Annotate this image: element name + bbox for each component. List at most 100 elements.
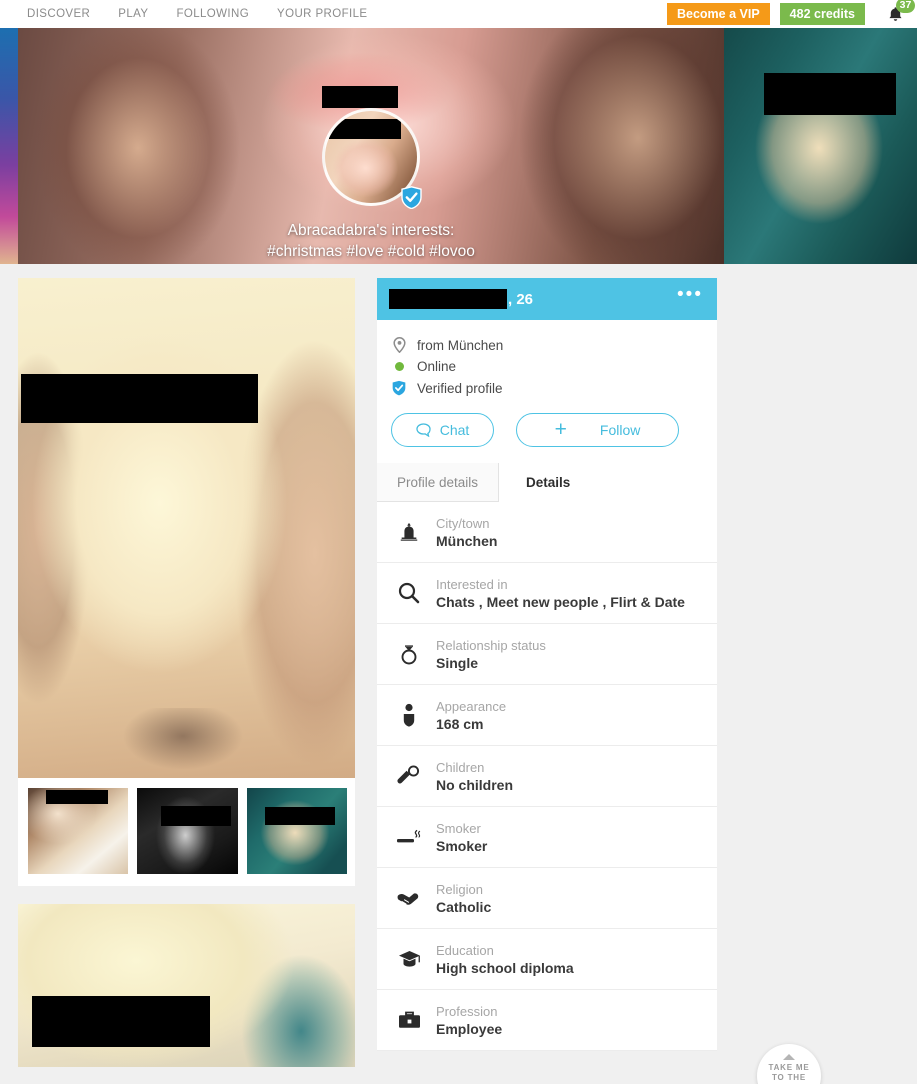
- profile-age: , 26: [508, 290, 534, 308]
- detail-value: Single: [436, 654, 479, 671]
- triangle-up-icon: [783, 1054, 795, 1060]
- top-navigation-bar: DISCOVER PLAY FOLLOWING YOUR PROFILE Bec…: [0, 0, 917, 28]
- graduation-cap-icon: [394, 948, 424, 970]
- photo-thumbnail[interactable]: [28, 788, 129, 874]
- detail-label: City/town: [436, 515, 490, 531]
- main-photo-redaction-bar: [21, 374, 258, 423]
- thumbnail-redaction-bar: [264, 807, 335, 825]
- profile-info-column: , 26 ••• from München Online Verified pr…: [377, 278, 717, 1051]
- main-photo-card: [18, 278, 355, 886]
- detail-row-education: Education High school diploma: [377, 929, 717, 990]
- nav-items: DISCOVER PLAY FOLLOWING YOUR PROFILE: [0, 8, 367, 20]
- plus-icon: +: [554, 418, 567, 441]
- pacifier-icon: [394, 764, 424, 788]
- photo-thumbnail-strip: [18, 778, 355, 886]
- online-status-icon: [391, 362, 407, 371]
- magnifier-icon: [394, 581, 424, 605]
- detail-label: Smoker: [436, 820, 481, 836]
- top-bar-right-group: Become a VIP 482 credits 37: [666, 0, 917, 28]
- credits-button[interactable]: 482 credits: [779, 3, 865, 25]
- detail-row-children: Children No children: [377, 746, 717, 807]
- back-to-top-button[interactable]: TAKE ME TO THE TOP: [757, 1044, 821, 1084]
- notification-count-badge: 37: [896, 0, 915, 13]
- nav-item-play[interactable]: PLAY: [118, 8, 148, 20]
- detail-label: Religion: [436, 881, 483, 897]
- main-profile-photo[interactable]: [18, 278, 355, 778]
- photo-column: [18, 278, 355, 1067]
- chat-button[interactable]: Chat: [391, 413, 494, 447]
- detail-label: Children: [436, 759, 485, 775]
- shield-check-icon: [401, 186, 422, 209]
- detail-label: Appearance: [436, 698, 507, 714]
- page-content: , 26 ••• from München Online Verified pr…: [0, 264, 917, 1084]
- briefcase-icon: [394, 1009, 424, 1031]
- profile-location-label: from München: [417, 337, 504, 353]
- tab-profile-details[interactable]: Profile details: [377, 463, 500, 501]
- avatar-redaction-bar: [329, 119, 401, 139]
- banner-redaction-bar: [322, 86, 398, 108]
- detail-value: High school diploma: [436, 959, 574, 976]
- nav-item-following[interactable]: FOLLOWING: [176, 8, 249, 20]
- detail-label: Education: [436, 942, 494, 958]
- profile-online-label: Online: [417, 359, 457, 374]
- secondary-photo[interactable]: [18, 904, 355, 1067]
- profile-verified-row: Verified profile: [377, 377, 717, 399]
- details-list: City/town München Interested in Chats , …: [377, 502, 717, 1051]
- follow-button-label: Follow: [599, 422, 641, 438]
- detail-value: No children: [436, 776, 514, 793]
- detail-label: Interested in: [436, 576, 508, 592]
- city-building-icon: [394, 521, 424, 543]
- detail-value: München: [436, 532, 498, 549]
- profile-verified-label: Verified profile: [417, 380, 503, 396]
- photo-thumbnail[interactable]: [246, 788, 347, 874]
- profile-action-buttons: Chat + Follow: [377, 399, 717, 463]
- profile-options-menu-button[interactable]: •••: [677, 285, 703, 308]
- detail-row-appearance: Appearance 168 cm: [377, 685, 717, 746]
- detail-label: Profession: [436, 1003, 498, 1019]
- chat-button-label: Chat: [439, 422, 470, 438]
- back-to-top-line1: TAKE ME: [768, 1063, 810, 1072]
- profile-name-redaction-bar: [389, 289, 507, 309]
- detail-value: Catholic: [436, 898, 492, 915]
- banner-left-strip: [0, 28, 18, 264]
- profile-online-row: Online: [377, 356, 717, 377]
- thumbnail-redaction-bar: [161, 806, 232, 826]
- notifications-button[interactable]: 37: [873, 0, 917, 28]
- detail-value: Smoker: [436, 837, 488, 854]
- profile-header: , 26 •••: [377, 278, 717, 320]
- photo-thumbnail[interactable]: [137, 788, 238, 874]
- profile-name-group: , 26: [389, 289, 533, 309]
- detail-label: Relationship status: [436, 637, 546, 653]
- profile-tabs: Profile details Details: [377, 463, 717, 502]
- shield-check-icon: [391, 380, 407, 396]
- profile-summary-card: from München Online Verified profile Cha…: [377, 320, 717, 463]
- praying-hands-icon: [394, 887, 424, 909]
- detail-row-city: City/town München: [377, 502, 717, 563]
- profile-banner: Abracadabra's interests: #christmas #lov…: [0, 28, 917, 264]
- thumbnail-redaction-bar: [46, 790, 108, 804]
- chat-bubble-icon: [416, 423, 431, 437]
- ring-icon: [394, 642, 424, 666]
- detail-row-religion: Religion Catholic: [377, 868, 717, 929]
- banner-side-redaction-bar: [764, 73, 896, 115]
- map-pin-icon: [391, 337, 407, 353]
- detail-value: Employee: [436, 1020, 503, 1037]
- detail-row-relationship: Relationship status Single: [377, 624, 717, 685]
- nav-item-your-profile[interactable]: YOUR PROFILE: [277, 8, 367, 20]
- avatar[interactable]: [322, 108, 422, 209]
- detail-row-interested-in: Interested in Chats , Meet new people , …: [377, 563, 717, 624]
- detail-row-smoker: Smoker Smoker: [377, 807, 717, 868]
- cigarette-icon: [394, 826, 424, 848]
- follow-button[interactable]: + Follow: [516, 413, 679, 447]
- main-photo-shadow: [108, 708, 258, 778]
- detail-value: 168 cm: [436, 715, 484, 732]
- profile-location-row: from München: [377, 334, 717, 356]
- detail-row-profession: Profession Employee: [377, 990, 717, 1051]
- nav-item-discover[interactable]: DISCOVER: [27, 8, 90, 20]
- detail-value: Chats , Meet new people , Flirt & Date: [436, 593, 685, 610]
- person-silhouette-icon: [394, 703, 424, 727]
- banner-side-photo[interactable]: [724, 28, 917, 264]
- become-vip-button[interactable]: Become a VIP: [666, 3, 770, 25]
- secondary-photo-redaction-bar: [32, 996, 210, 1047]
- tab-details[interactable]: Details: [499, 463, 717, 502]
